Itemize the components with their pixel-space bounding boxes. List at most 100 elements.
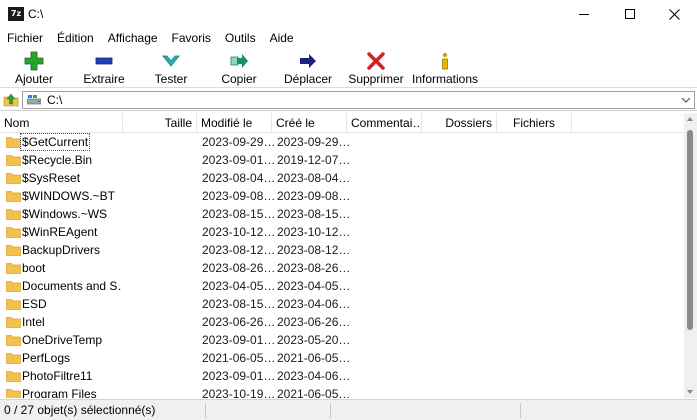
file-row[interactable]: $WinREAgent 2023-10-12… 2023-10-12… <box>0 223 684 241</box>
scroll-down-icon[interactable] <box>687 390 693 394</box>
file-created: 2023-08-26… <box>277 261 351 275</box>
file-row[interactable]: Program Files 2023-10-19… 2021-06-05… <box>0 385 684 398</box>
folder-icon <box>6 353 21 364</box>
maximize-button[interactable] <box>607 0 653 28</box>
file-modified: 2023-09-01… <box>202 153 276 167</box>
folder-icon <box>6 335 21 346</box>
test-label: Tester <box>154 72 188 86</box>
address-field[interactable]: C:\ <box>22 91 695 109</box>
scroll-up-icon[interactable] <box>687 117 693 121</box>
file-modified: 2023-08-04… <box>202 171 276 185</box>
delete-button[interactable]: Supprimer <box>346 48 406 88</box>
copy-button[interactable]: Copier <box>214 48 264 88</box>
info-button[interactable]: Informations <box>412 48 478 88</box>
folder-icon <box>6 281 21 292</box>
address-bar: C:\ <box>0 89 697 111</box>
selection-status: 0 / 27 objet(s) sélectionné(s) <box>4 403 156 417</box>
file-name: Program Files <box>22 387 97 398</box>
folder-icon <box>6 137 21 148</box>
file-name: boot <box>22 261 46 275</box>
menu-aide[interactable]: Aide <box>263 28 301 48</box>
file-modified: 2023-10-12… <box>202 225 276 239</box>
menu-affichage[interactable]: Affichage <box>101 28 165 48</box>
close-button[interactable] <box>651 0 697 28</box>
column-header: Nom Taille Modifié le Créé le Commentai…… <box>0 113 684 133</box>
file-row[interactable]: PhotoFiltre11 2023-09-01… 2023-04-06… <box>0 367 684 385</box>
file-created: 2023-08-15… <box>277 207 351 221</box>
column-size[interactable]: Taille <box>123 113 197 133</box>
file-row[interactable]: $Recycle.Bin 2023-09-01… 2019-12-07… <box>0 151 684 169</box>
file-created: 2019-12-07… <box>277 153 351 167</box>
column-created[interactable]: Créé le <box>272 113 347 133</box>
folder-icon <box>6 155 21 166</box>
status-divider <box>205 403 206 418</box>
scroll-thumb[interactable] <box>687 130 693 330</box>
delete-x-icon <box>367 52 385 70</box>
copy-label: Copier <box>221 72 257 86</box>
test-button[interactable]: Tester <box>146 48 196 88</box>
column-folders[interactable]: Dossiers <box>422 113 497 133</box>
file-name: ESD <box>22 297 47 311</box>
file-name: $WINDOWS.~BT <box>22 189 116 203</box>
extract-label: Extraire <box>83 72 125 86</box>
file-created: 2023-04-05… <box>277 279 351 293</box>
add-button[interactable]: Ajouter <box>6 48 62 88</box>
file-name: $SysReset <box>22 171 81 185</box>
column-name[interactable]: Nom <box>0 113 123 133</box>
file-row[interactable]: boot 2023-08-26… 2023-08-26… <box>0 259 684 277</box>
column-files[interactable]: Fichiers <box>497 113 572 133</box>
file-name: Intel <box>22 315 45 329</box>
address-text: C:\ <box>47 93 63 107</box>
menu-outils[interactable]: Outils <box>218 28 263 48</box>
menu-favoris[interactable]: Favoris <box>165 28 218 48</box>
vertical-scrollbar[interactable] <box>684 113 697 398</box>
move-arrow-icon <box>300 54 316 68</box>
close-icon <box>668 8 680 20</box>
file-created: 2023-06-26… <box>277 315 351 329</box>
file-row[interactable]: $SysReset 2023-08-04… 2023-08-04… <box>0 169 684 187</box>
file-modified: 2023-08-12… <box>202 243 276 257</box>
file-name: $GetCurrent <box>19 133 91 151</box>
file-modified: 2023-08-26… <box>202 261 276 275</box>
file-modified: 2023-08-15… <box>202 297 276 311</box>
file-list: $GetCurrent 2023-09-29… 2023-09-29… $Recycl… <box>0 133 684 398</box>
title-bar: 7z C:\ <box>0 0 697 28</box>
file-row[interactable]: PerfLogs 2021-06-05… 2021-06-05… <box>0 349 684 367</box>
folder-up-icon <box>3 93 19 107</box>
maximize-icon <box>625 9 635 19</box>
column-comment[interactable]: Commentai… <box>347 113 422 133</box>
file-modified: 2023-09-01… <box>202 333 276 347</box>
folder-icon <box>6 245 21 256</box>
file-row[interactable]: BackupDrivers 2023-08-12… 2023-08-12… <box>0 241 684 259</box>
extract-button[interactable]: Extraire <box>76 48 132 88</box>
file-name: BackupDrivers <box>22 243 101 257</box>
column-modified[interactable]: Modifié le <box>197 113 272 133</box>
chevron-down-icon[interactable] <box>681 94 691 106</box>
minimize-icon <box>579 13 589 15</box>
file-name: $WinREAgent <box>22 225 98 239</box>
file-created: 2023-08-04… <box>277 171 351 185</box>
menu-fichier[interactable]: Fichier <box>0 28 50 48</box>
file-row[interactable]: $WINDOWS.~BT 2023-09-08… 2023-09-08… <box>0 187 684 205</box>
file-row[interactable]: $GetCurrent 2023-09-29… 2023-09-29… <box>0 133 684 151</box>
minimize-button[interactable] <box>561 0 607 28</box>
parent-folder-button[interactable] <box>2 91 20 109</box>
file-modified: 2023-10-19… <box>202 387 276 398</box>
file-row[interactable]: $Windows.~WS 2023-08-15… 2023-08-15… <box>0 205 684 223</box>
folder-icon <box>6 263 21 274</box>
file-row[interactable]: OneDriveTemp 2023-09-01… 2023-05-20… <box>0 331 684 349</box>
file-modified: 2023-06-26… <box>202 315 276 329</box>
file-name: PhotoFiltre11 <box>22 369 93 383</box>
folder-icon <box>6 389 21 398</box>
file-modified: 2023-08-15… <box>202 207 276 221</box>
move-button[interactable]: Déplacer <box>280 48 336 88</box>
delete-label: Supprimer <box>348 72 404 86</box>
window-title: C:\ <box>28 7 44 21</box>
file-created: 2023-09-29… <box>277 135 351 149</box>
file-row[interactable]: ESD 2023-08-15… 2023-04-06… <box>0 295 684 313</box>
file-created: 2023-04-06… <box>277 369 351 383</box>
plus-icon <box>24 51 44 71</box>
menu-edition[interactable]: Édition <box>50 28 101 48</box>
file-row[interactable]: Intel 2023-06-26… 2023-06-26… <box>0 313 684 331</box>
file-row[interactable]: Documents and S… 2023-04-05… 2023-04-05… <box>0 277 684 295</box>
